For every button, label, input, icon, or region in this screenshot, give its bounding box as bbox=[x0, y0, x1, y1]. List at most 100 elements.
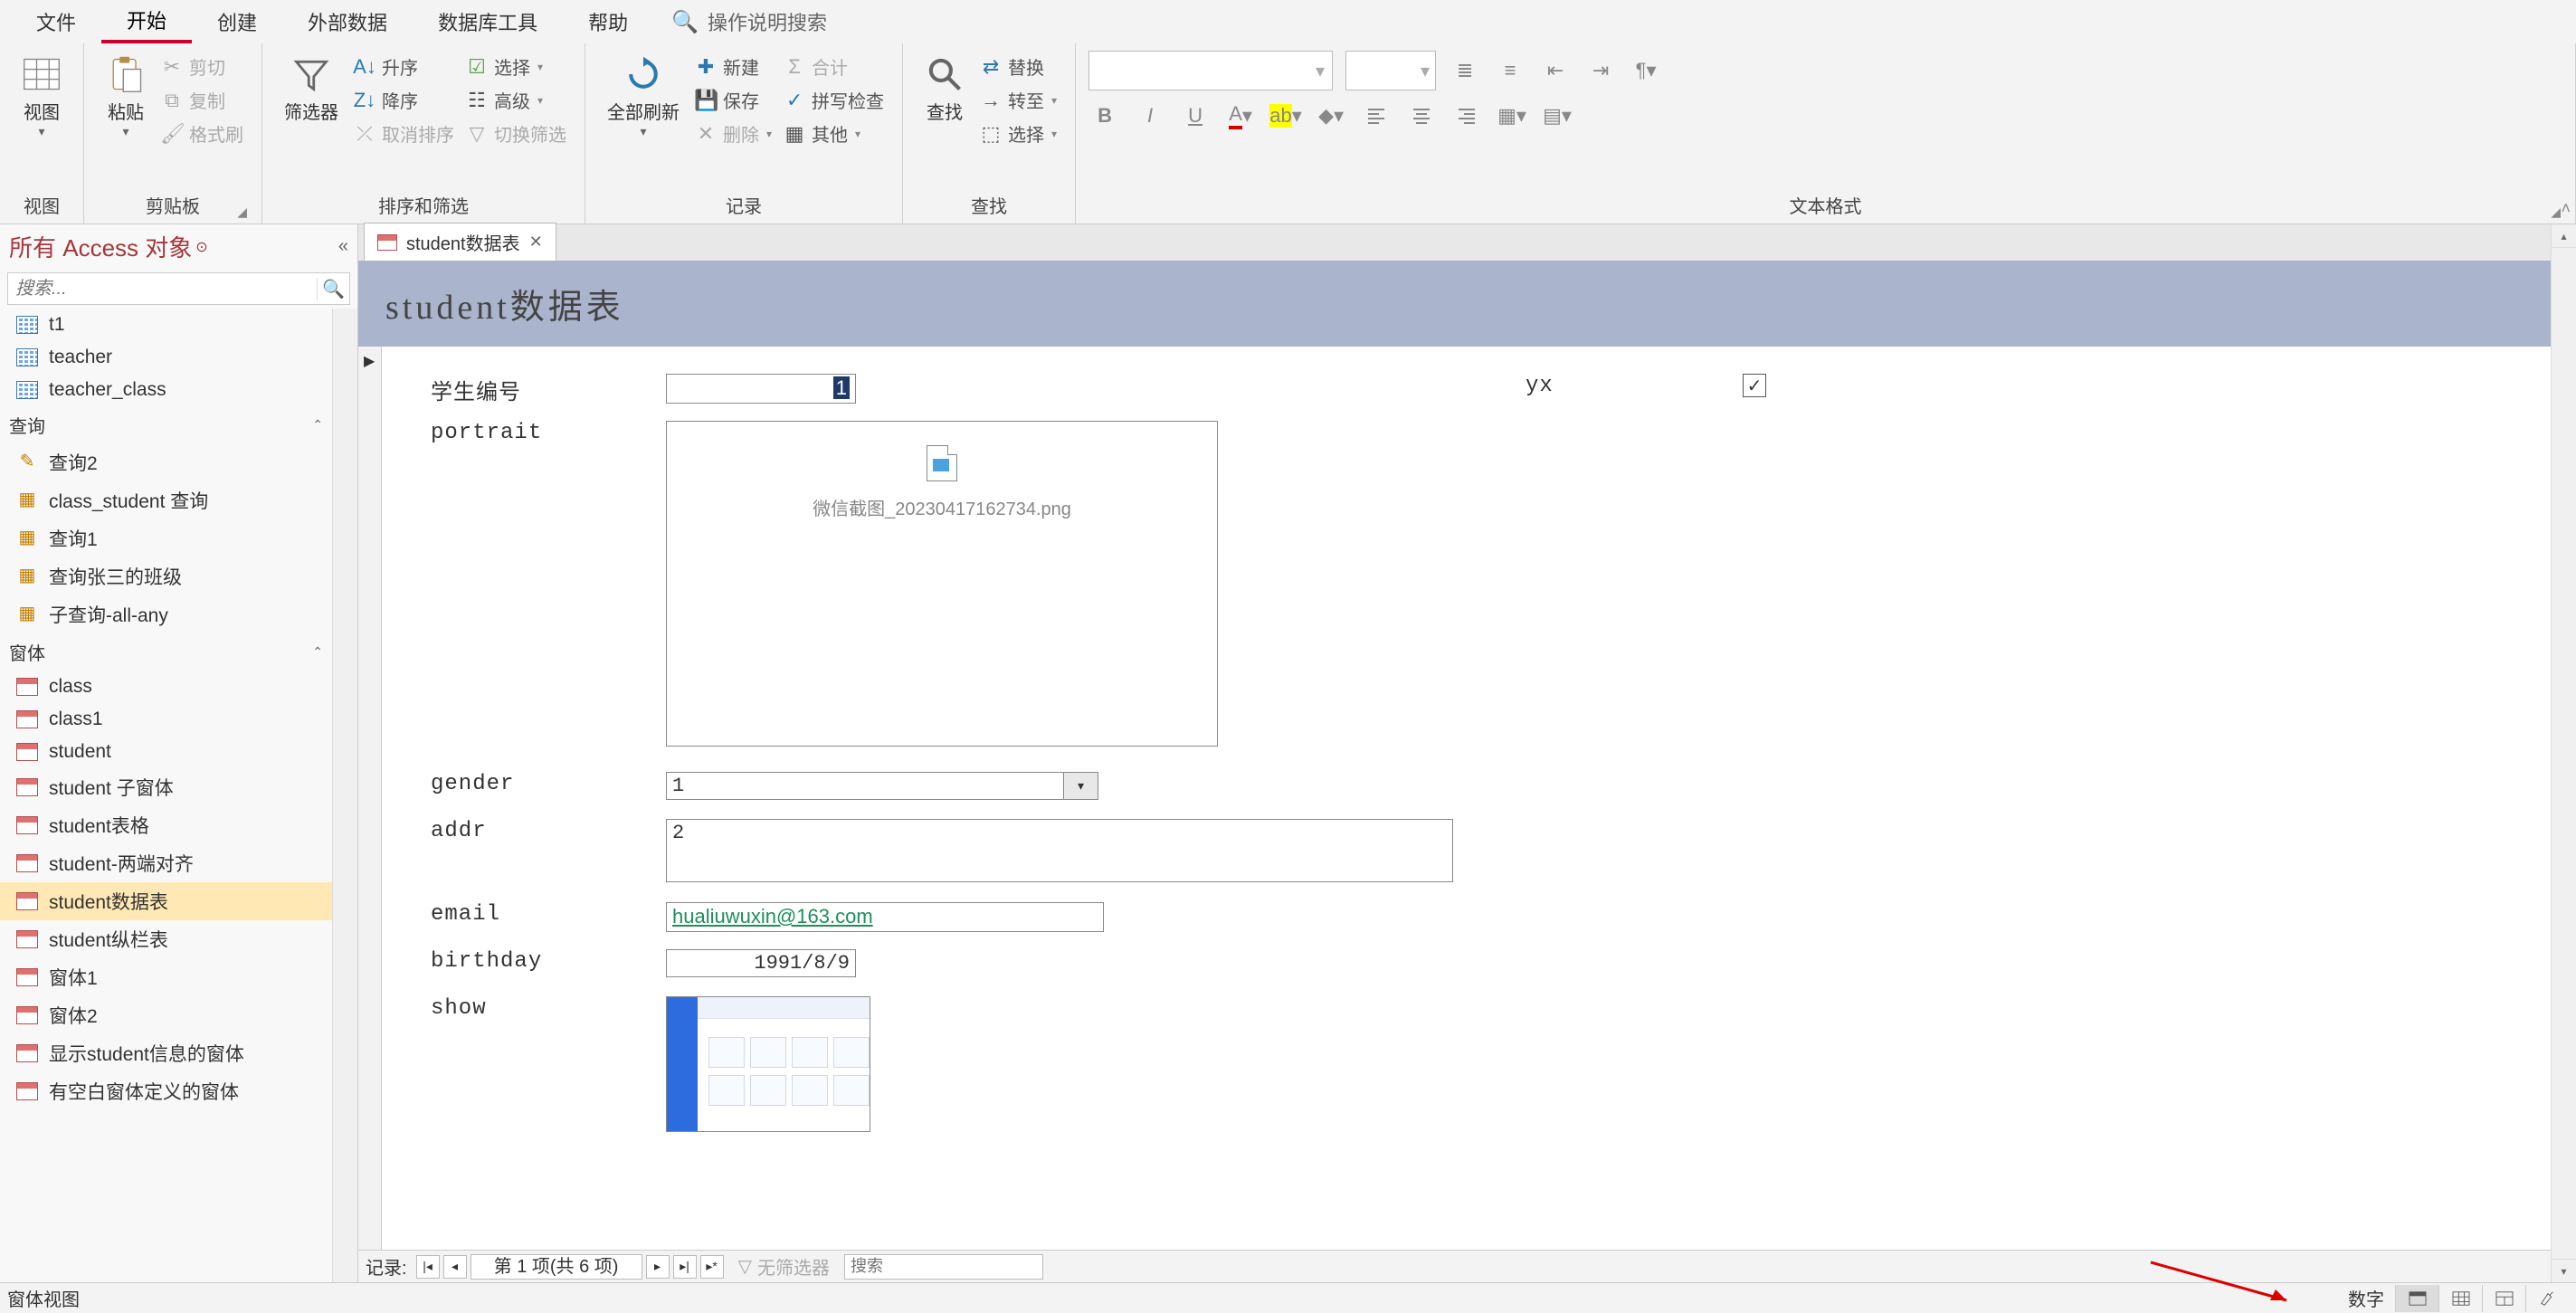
menu-tab-file[interactable]: 文件 bbox=[11, 2, 101, 42]
nav-item-form[interactable]: 显示student信息的窗体 bbox=[0, 1034, 332, 1072]
indent-increase-button[interactable]: ⇥ bbox=[1584, 54, 1617, 87]
nav-header[interactable]: 所有 Access 对象 ⊙ « bbox=[0, 224, 357, 269]
document-tab[interactable]: student数据表 ✕ bbox=[364, 223, 556, 261]
nav-search-input[interactable] bbox=[8, 279, 317, 300]
combo-dropdown-button[interactable]: ▾ bbox=[1064, 772, 1098, 800]
nav-item-form[interactable]: 窗体2 bbox=[0, 996, 332, 1034]
field-input-birthday[interactable]: 1991/8/9 bbox=[666, 949, 856, 977]
dialog-launcher-icon[interactable]: ◢ bbox=[2551, 205, 2561, 220]
nav-item-form[interactable]: student表格 bbox=[0, 806, 332, 844]
bullets-button[interactable]: ≣ bbox=[1449, 54, 1481, 87]
recnav-filter-indicator[interactable]: ▽无筛选器 bbox=[738, 1253, 830, 1280]
nav-item-form[interactable]: class bbox=[0, 671, 332, 703]
sort-asc-button[interactable]: A↓升序 bbox=[347, 51, 460, 82]
sort-desc-button[interactable]: Z↓降序 bbox=[347, 84, 460, 116]
tell-me-icon[interactable]: 🔍 bbox=[671, 9, 699, 35]
filter-button[interactable]: 筛选器 bbox=[275, 51, 347, 128]
nav-group-header-form[interactable]: 窗体⌃ bbox=[0, 633, 332, 671]
find-button[interactable]: 查找 bbox=[916, 51, 974, 128]
view-design-button[interactable] bbox=[2525, 1285, 2569, 1312]
indent-decrease-button[interactable]: ⇤ bbox=[1539, 54, 1572, 87]
delete-button[interactable]: ✕删除▾ bbox=[689, 118, 777, 149]
align-left-button[interactable] bbox=[1360, 100, 1393, 132]
recnav-new-button[interactable]: ▸* bbox=[700, 1255, 724, 1279]
gridlines-button[interactable]: ▦▾ bbox=[1496, 100, 1528, 132]
selection-button[interactable]: ☑选择▾ bbox=[460, 51, 572, 82]
nav-item-table[interactable]: teacher_class bbox=[0, 374, 332, 406]
search-icon[interactable]: 🔍 bbox=[317, 278, 349, 300]
nav-item-form[interactable]: student数据表 bbox=[0, 882, 332, 920]
record-selector[interactable]: ▶ bbox=[358, 347, 382, 1250]
align-right-button[interactable] bbox=[1450, 100, 1483, 132]
underline-button[interactable]: U bbox=[1179, 100, 1212, 132]
cut-button[interactable]: ✂剪切 bbox=[155, 51, 249, 82]
nav-item-form[interactable]: student-两端对齐 bbox=[0, 844, 332, 882]
more-button[interactable]: ▦其他▾ bbox=[777, 118, 889, 149]
scroll-down-button[interactable]: ▾ bbox=[2552, 1259, 2576, 1282]
recnav-last-button[interactable]: ▸| bbox=[673, 1255, 697, 1279]
recnav-prev-button[interactable]: ◂ bbox=[443, 1255, 467, 1279]
view-datasheet-button[interactable] bbox=[2438, 1285, 2482, 1312]
recnav-position[interactable]: 第 1 项(共 6 项) bbox=[471, 1254, 642, 1280]
font-size-combo[interactable]: ▾ bbox=[1345, 51, 1436, 90]
refresh-all-button[interactable]: 全部刷新 ▾ bbox=[598, 51, 689, 143]
recnav-first-button[interactable]: |◂ bbox=[416, 1255, 440, 1279]
replace-button[interactable]: ⇄替换 bbox=[974, 51, 1062, 82]
view-button[interactable]: 视图 ▾ bbox=[13, 51, 71, 143]
text-direction-button[interactable]: ¶▾ bbox=[1630, 54, 1662, 87]
field-input-email[interactable]: hualiuwuxin@163.com bbox=[666, 902, 1104, 932]
workspace-scrollbar[interactable]: ▴ ▾ bbox=[2551, 224, 2576, 1282]
align-center-button[interactable] bbox=[1405, 100, 1438, 132]
save-button[interactable]: 💾保存 bbox=[689, 84, 777, 116]
recnav-search-input[interactable] bbox=[844, 1254, 1043, 1280]
fill-color-button[interactable]: ◆▾ bbox=[1315, 100, 1347, 132]
nav-item-table[interactable]: t1 bbox=[0, 309, 332, 341]
field-checkbox-yx[interactable]: ✓ bbox=[1743, 374, 1766, 397]
nav-item-form[interactable]: student 子窗体 bbox=[0, 768, 332, 806]
copy-button[interactable]: ⧉复制 bbox=[155, 84, 249, 116]
nav-item-query[interactable]: ✎查询2 bbox=[0, 443, 332, 481]
nav-item-form[interactable]: student纵栏表 bbox=[0, 920, 332, 958]
clear-sort-button[interactable]: ⤫取消排序 bbox=[347, 118, 460, 149]
nav-item-form[interactable]: class1 bbox=[0, 703, 332, 736]
tell-me-label[interactable]: 操作说明搜索 bbox=[708, 7, 827, 36]
field-input-addr[interactable]: 2 bbox=[666, 819, 1453, 882]
nav-scrollbar[interactable] bbox=[332, 309, 357, 1282]
nav-item-form[interactable]: 有空白窗体定义的窗体 bbox=[0, 1072, 332, 1110]
new-record-button[interactable]: ✚新建 bbox=[689, 51, 777, 82]
toggle-filter-button[interactable]: ▽切换筛选 bbox=[460, 118, 572, 149]
scroll-up-button[interactable]: ▴ bbox=[2552, 224, 2576, 248]
close-tab-button[interactable]: ✕ bbox=[529, 233, 543, 252]
nav-item-query[interactable]: ▦查询张三的班级 bbox=[0, 557, 332, 595]
recnav-next-button[interactable]: ▸ bbox=[646, 1255, 670, 1279]
menu-tab-external[interactable]: 外部数据 bbox=[282, 2, 413, 42]
dialog-launcher-icon[interactable]: ◢ bbox=[237, 205, 247, 220]
collapse-icon[interactable]: ⌃ bbox=[312, 417, 323, 433]
nav-pin-button[interactable]: « bbox=[338, 236, 348, 257]
nav-item-form[interactable]: student bbox=[0, 736, 332, 768]
collapse-icon[interactable]: ⌃ bbox=[312, 644, 323, 660]
font-name-combo[interactable]: ▾ bbox=[1088, 51, 1333, 90]
dropdown-icon[interactable]: ⊙ bbox=[195, 238, 207, 256]
menu-tab-create[interactable]: 创建 bbox=[192, 2, 282, 42]
menu-tab-dbtools[interactable]: 数据库工具 bbox=[413, 2, 563, 42]
menu-tab-home[interactable]: 开始 bbox=[101, 0, 192, 43]
totals-button[interactable]: Σ合计 bbox=[777, 51, 889, 82]
nav-group-header-query[interactable]: 查询⌃ bbox=[0, 406, 332, 443]
nav-item-query[interactable]: ▦子查询-all-any bbox=[0, 595, 332, 633]
font-color-button[interactable]: A▾ bbox=[1224, 100, 1257, 132]
paste-button[interactable]: 粘贴 ▾ bbox=[97, 51, 155, 143]
collapse-ribbon-button[interactable]: ˄ bbox=[2561, 199, 2571, 218]
nav-item-query[interactable]: ▦查询1 bbox=[0, 519, 332, 557]
numbering-button[interactable]: ≡ bbox=[1494, 54, 1526, 87]
nav-item-query[interactable]: ▦class_student 查询 bbox=[0, 481, 332, 519]
select-button[interactable]: ⬚选择▾ bbox=[974, 118, 1062, 149]
spelling-button[interactable]: ✓拼写检查 bbox=[777, 84, 889, 116]
bold-button[interactable]: B bbox=[1088, 100, 1121, 132]
field-image-show[interactable] bbox=[666, 996, 870, 1132]
field-input-id[interactable]: 1 bbox=[666, 374, 856, 404]
field-combo-gender[interactable]: 1 ▾ bbox=[666, 772, 1098, 800]
advanced-button[interactable]: ☷高级▾ bbox=[460, 84, 572, 116]
alt-row-button[interactable]: ▤▾ bbox=[1541, 100, 1573, 132]
nav-item-form[interactable]: 窗体1 bbox=[0, 958, 332, 996]
